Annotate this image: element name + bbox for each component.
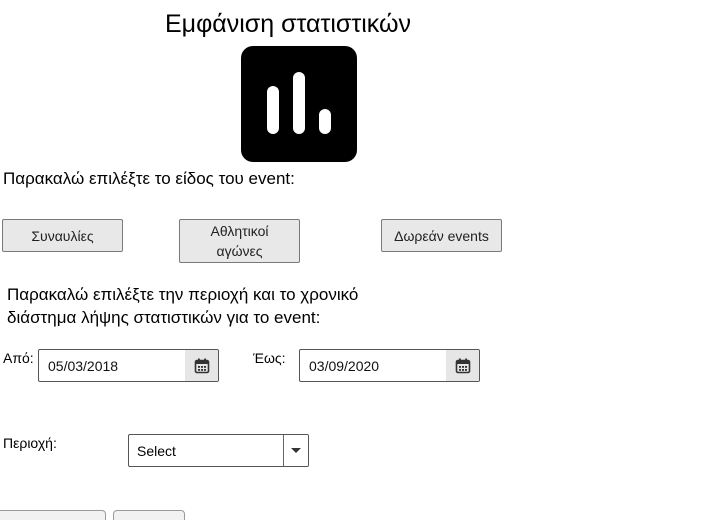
region-period-prompt-line2: διάστημα λήψης στατιστικών για το event: (7, 308, 321, 327)
page-title: Εμφάνιση στατιστικών (165, 10, 411, 38)
free-events-button-label: Δωρεάν events (394, 227, 489, 244)
concerts-button[interactable]: Συναυλίες (2, 219, 123, 252)
region-period-prompt-line1: Παρακαλώ επιλέξτε την περιοχή και το χρο… (7, 285, 359, 304)
to-date-field[interactable]: 03/09/2020 (299, 349, 480, 382)
bar-chart-icon (241, 46, 357, 162)
to-date-label: Έως: (253, 350, 286, 366)
calendar-icon[interactable] (185, 350, 218, 381)
event-type-prompt: Παρακαλώ επιλέξτε το είδος του event: (3, 169, 295, 188)
from-date-value[interactable]: 05/03/2018 (39, 350, 185, 381)
to-date-value[interactable]: 03/09/2020 (300, 350, 446, 381)
from-date-field[interactable]: 05/03/2018 (38, 349, 219, 382)
concerts-button-label: Συναυλίες (31, 227, 94, 244)
sports-events-button[interactable]: Αθλητικοί αγώνες (179, 219, 300, 263)
region-select-value[interactable]: Select (129, 435, 283, 466)
region-select[interactable]: Select (128, 434, 309, 467)
free-events-button[interactable]: Δωρεάν events (381, 219, 502, 252)
calendar-icon[interactable] (446, 350, 479, 381)
sports-events-button-label: Αθλητικοί αγώνες (210, 223, 269, 259)
bottom-button-2[interactable] (113, 510, 185, 520)
bottom-button-1[interactable] (0, 510, 106, 520)
from-date-label: Από: (3, 350, 34, 366)
region-period-prompt: Παρακαλώ επιλέξτε την περιοχή και το χρο… (7, 283, 358, 329)
chevron-down-icon[interactable] (283, 435, 308, 466)
region-label: Περιοχή: (3, 435, 57, 451)
